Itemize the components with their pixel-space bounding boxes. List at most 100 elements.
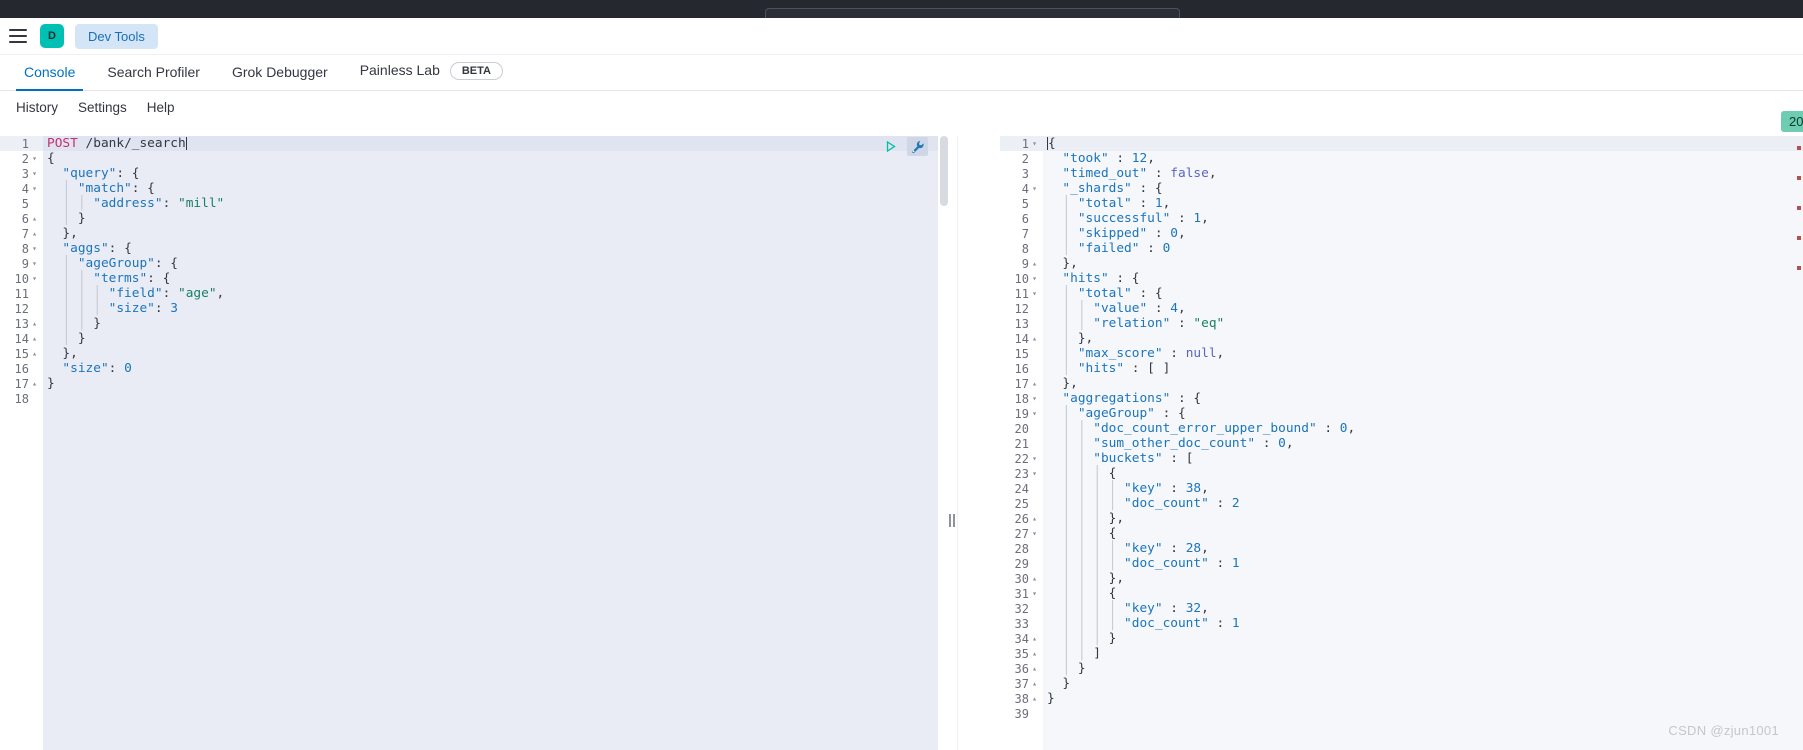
code-line[interactable]: │ }: [43, 211, 950, 226]
code-line[interactable]: }: [1043, 691, 1803, 706]
fold-toggle-icon[interactable]: ▾: [1029, 181, 1040, 196]
gutter-line[interactable]: 11 ▾: [1000, 286, 1043, 301]
fold-toggle-icon[interactable]: ▴: [1029, 646, 1040, 661]
gutter-line[interactable]: 1 ▾: [1000, 136, 1043, 151]
fold-toggle-icon[interactable]: ▴: [1029, 691, 1040, 706]
gutter-line[interactable]: 26 ▴: [1000, 511, 1043, 526]
gutter-line[interactable]: 30 ▴: [1000, 571, 1043, 586]
gutter-line[interactable]: 8: [1000, 241, 1043, 256]
code-line[interactable]: [43, 391, 950, 406]
fold-toggle-icon[interactable]: ▾: [1029, 526, 1040, 541]
gutter-line[interactable]: 18: [0, 391, 43, 406]
gutter-line[interactable]: 4 ▾: [0, 181, 43, 196]
fold-toggle-icon[interactable]: ▴: [29, 376, 40, 391]
code-line[interactable]: │ │ "relation" : "eq": [1043, 316, 1803, 331]
code-line[interactable]: │ "hits" : [ ]: [1043, 361, 1803, 376]
gutter-line[interactable]: 28: [1000, 541, 1043, 556]
gutter-line[interactable]: 9 ▾: [0, 256, 43, 271]
fold-toggle-icon[interactable]: ▴: [1029, 256, 1040, 271]
gutter-line[interactable]: 20: [1000, 421, 1043, 436]
tab-console[interactable]: Console: [8, 64, 91, 91]
gutter-line[interactable]: 15 ▴: [0, 346, 43, 361]
code-line[interactable]: },: [1043, 376, 1803, 391]
gutter-line[interactable]: 5: [0, 196, 43, 211]
code-line[interactable]: │ │ │ │ "doc_count" : 1: [1043, 556, 1803, 571]
code-line[interactable]: │ │ │ {: [1043, 586, 1803, 601]
gutter-line[interactable]: 36 ▴: [1000, 661, 1043, 676]
gutter-line[interactable]: 13 ▴: [0, 316, 43, 331]
gutter-line[interactable]: 32: [1000, 601, 1043, 616]
code-line[interactable]: │ │ │ {: [1043, 526, 1803, 541]
gutter-line[interactable]: 15: [1000, 346, 1043, 361]
code-line[interactable]: }: [43, 376, 950, 391]
code-line[interactable]: │ }: [1043, 661, 1803, 676]
gutter-line[interactable]: 4 ▾: [1000, 181, 1043, 196]
fold-toggle-icon[interactable]: ▾: [29, 241, 40, 256]
send-request-play-icon[interactable]: [880, 137, 901, 156]
code-line[interactable]: │ "successful" : 1,: [1043, 211, 1803, 226]
code-line[interactable]: │ │ │ {: [1043, 466, 1803, 481]
code-line[interactable]: │ "ageGroup" : {: [1043, 406, 1803, 421]
fold-toggle-icon[interactable]: ▾: [1029, 406, 1040, 421]
gutter-line[interactable]: 17 ▴: [0, 376, 43, 391]
gutter-line[interactable]: 12: [0, 301, 43, 316]
gutter-line[interactable]: 10 ▾: [0, 271, 43, 286]
request-scrollbar-thumb[interactable]: [940, 136, 948, 206]
code-line[interactable]: },: [43, 346, 950, 361]
code-line[interactable]: "timed_out" : false,: [1043, 166, 1803, 181]
code-line[interactable]: │ │ "terms": {: [43, 271, 950, 286]
code-line[interactable]: │ "match": {: [43, 181, 950, 196]
fold-toggle-icon[interactable]: ▴: [29, 316, 40, 331]
beta-badge[interactable]: BETA: [449, 62, 503, 80]
code-line[interactable]: "hits" : {: [1043, 271, 1803, 286]
code-line[interactable]: [1043, 706, 1803, 721]
gutter-line[interactable]: 3 ▾: [0, 166, 43, 181]
gutter-line[interactable]: 24: [1000, 481, 1043, 496]
code-line[interactable]: "size": 0: [43, 361, 950, 376]
code-line[interactable]: │ │ "address": "mill": [43, 196, 950, 211]
fold-toggle-icon[interactable]: ▴: [1029, 511, 1040, 526]
gutter-line[interactable]: 7 ▴: [0, 226, 43, 241]
menu-item-settings[interactable]: Settings: [68, 100, 137, 115]
code-line[interactable]: │ },: [1043, 331, 1803, 346]
code-line[interactable]: },: [1043, 256, 1803, 271]
gutter-line[interactable]: 38 ▴: [1000, 691, 1043, 706]
code-line[interactable]: │ │ │ │ "key" : 28,: [1043, 541, 1803, 556]
gutter-line[interactable]: 25: [1000, 496, 1043, 511]
gutter-line[interactable]: 31 ▾: [1000, 586, 1043, 601]
gutter-line[interactable]: 27 ▾: [1000, 526, 1043, 541]
code-line[interactable]: POST /bank/_search: [43, 136, 950, 151]
request-scrollbar[interactable]: [938, 136, 950, 750]
fold-toggle-icon[interactable]: ▴: [1029, 331, 1040, 346]
gutter-line[interactable]: 13: [1000, 316, 1043, 331]
code-line[interactable]: │ │ │ │ "key" : 38,: [1043, 481, 1803, 496]
code-line[interactable]: {: [43, 151, 950, 166]
gutter-line[interactable]: 3: [1000, 166, 1043, 181]
code-line[interactable]: {: [1043, 136, 1803, 151]
fold-toggle-icon[interactable]: ▾: [29, 166, 40, 181]
code-line[interactable]: │ │ "sum_other_doc_count" : 0,: [1043, 436, 1803, 451]
code-line[interactable]: │ │ ]: [1043, 646, 1803, 661]
gutter-line[interactable]: 34 ▴: [1000, 631, 1043, 646]
gutter-line[interactable]: 29: [1000, 556, 1043, 571]
gutter-line[interactable]: 1: [0, 136, 43, 151]
gutter-line[interactable]: 6: [1000, 211, 1043, 226]
code-line[interactable]: │ "max_score" : null,: [1043, 346, 1803, 361]
tab-painless-lab[interactable]: Painless Lab BETA: [344, 62, 519, 90]
code-line[interactable]: "aggs": {: [43, 241, 950, 256]
fold-toggle-icon[interactable]: ▴: [1029, 676, 1040, 691]
gutter-line[interactable]: 8 ▾: [0, 241, 43, 256]
gutter-line[interactable]: 16: [1000, 361, 1043, 376]
gutter-line[interactable]: 33: [1000, 616, 1043, 631]
fold-toggle-icon[interactable]: ▴: [29, 331, 40, 346]
request-code[interactable]: POST /bank/_search{ "query": { │ "match"…: [43, 136, 950, 750]
tab-grok-debugger[interactable]: Grok Debugger: [216, 64, 344, 90]
code-line[interactable]: │ │ "doc_count_error_upper_bound" : 0,: [1043, 421, 1803, 436]
code-line[interactable]: "query": {: [43, 166, 950, 181]
breadcrumb[interactable]: Dev Tools: [75, 23, 158, 49]
fold-toggle-icon[interactable]: ▴: [1029, 376, 1040, 391]
gutter-line[interactable]: 5: [1000, 196, 1043, 211]
fold-toggle-icon[interactable]: ▾: [1029, 391, 1040, 406]
gutter-line[interactable]: 14 ▴: [1000, 331, 1043, 346]
code-line[interactable]: │ │ │ },: [1043, 511, 1803, 526]
